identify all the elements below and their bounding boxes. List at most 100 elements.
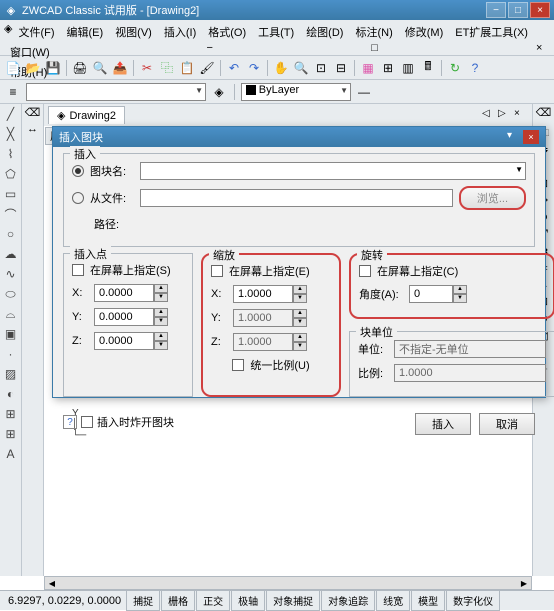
dialog-expand-icon[interactable]: ▾ [507, 130, 521, 144]
publish-icon[interactable]: 📤 [111, 59, 129, 77]
pan-icon[interactable]: ✋ [272, 59, 290, 77]
ang-dn[interactable]: ▼ [453, 294, 467, 303]
horizontal-scrollbar[interactable]: ◀ ▶ [44, 576, 532, 590]
layer-icon[interactable]: ≡ [4, 83, 22, 101]
blockname-radio[interactable] [72, 165, 84, 177]
window-maximize[interactable]: □ [508, 2, 528, 18]
menu-view[interactable]: 视图(V) [109, 22, 158, 42]
ipz-input[interactable] [94, 332, 154, 350]
match-icon[interactable]: 🖌 [198, 59, 216, 77]
window-minimize[interactable]: − [486, 2, 506, 18]
doc-close[interactable]: × [536, 42, 550, 56]
menu-draw[interactable]: 绘图(D) [300, 22, 349, 42]
layer-combo[interactable] [26, 83, 206, 101]
dialog-titlebar[interactable]: 插入图块 ▾ × [53, 127, 545, 147]
erase2-icon[interactable]: ⌫ [536, 106, 552, 119]
ipy-up[interactable]: ▲ [154, 308, 168, 317]
menu-tools[interactable]: 工具(T) [252, 22, 300, 42]
hatch-icon[interactable]: ▨ [3, 366, 19, 382]
lwt-toggle[interactable]: 线宽 [376, 590, 410, 611]
snap-toggle[interactable]: 捕捉 [126, 590, 160, 611]
copy-icon[interactable]: ⿻ [158, 59, 176, 77]
dc-icon[interactable]: ⊞ [379, 59, 397, 77]
osnap-toggle[interactable]: 对象捕捉 [266, 590, 320, 611]
sy-up[interactable]: ▲ [293, 309, 307, 318]
scroll-right[interactable]: ▶ [517, 579, 531, 588]
line-icon[interactable]: ╱ [3, 106, 19, 122]
grid-toggle[interactable]: 栅格 [161, 590, 195, 611]
rotate-onscreen-check[interactable] [359, 265, 371, 277]
otrack-toggle[interactable]: 对象追踪 [321, 590, 375, 611]
doc-restore[interactable]: □ [371, 42, 385, 56]
ortho-toggle[interactable]: 正交 [196, 590, 230, 611]
menu-annotate[interactable]: 标注(N) [349, 22, 398, 42]
sz-input[interactable] [233, 333, 293, 351]
new-icon[interactable]: 📄 [4, 59, 22, 77]
gradient-icon[interactable]: ◐ [3, 386, 19, 402]
undo-icon[interactable]: ↶ [225, 59, 243, 77]
refresh-icon[interactable]: ↻ [446, 59, 464, 77]
zoomwin-icon[interactable]: ⊡ [312, 59, 330, 77]
dialog-close[interactable]: × [523, 130, 539, 144]
ang-up[interactable]: ▲ [453, 285, 467, 294]
point-icon[interactable]: · [3, 346, 19, 362]
arc-icon[interactable]: ⌒ [3, 206, 19, 222]
polygon-icon[interactable]: ⬠ [3, 166, 19, 182]
scale-onscreen-check[interactable] [211, 265, 223, 277]
explode-check[interactable] [81, 416, 93, 428]
angle-input[interactable] [409, 285, 453, 303]
open-icon[interactable]: 📂 [24, 59, 42, 77]
help-icon[interactable]: ? [63, 415, 77, 429]
layer-state-icon[interactable]: ◈ [210, 83, 228, 101]
file-input[interactable] [140, 189, 453, 207]
ellipsearc-icon[interactable]: ⌓ [3, 306, 19, 322]
menu-format[interactable]: 格式(O) [202, 22, 252, 42]
rect-icon[interactable]: ▭ [3, 186, 19, 202]
ipz-up[interactable]: ▲ [154, 332, 168, 341]
menu-edit[interactable]: 编辑(E) [61, 22, 110, 42]
xline-icon[interactable]: ╳ [3, 126, 19, 142]
move2-icon[interactable]: ↔ [27, 123, 38, 135]
print-icon[interactable]: 🖨 [71, 59, 89, 77]
spline-icon[interactable]: ∿ [3, 266, 19, 282]
ipy-input[interactable] [94, 308, 154, 326]
sz-dn[interactable]: ▼ [293, 342, 307, 351]
calc-icon[interactable]: 🖩 [419, 59, 437, 77]
pline-icon[interactable]: ⌇ [3, 146, 19, 162]
revcloud-icon[interactable]: ☁ [3, 246, 19, 262]
blockname-combo[interactable] [140, 162, 526, 180]
polar-toggle[interactable]: 极轴 [231, 590, 265, 611]
document-tab[interactable]: ◈ Drawing2 [48, 106, 125, 124]
color-combo[interactable]: ByLayer [241, 83, 351, 101]
cut-icon[interactable]: ✂ [138, 59, 156, 77]
menu-insert[interactable]: 插入(I) [158, 22, 202, 42]
zoom-icon[interactable]: 🔍 [292, 59, 310, 77]
tab-close[interactable]: × [514, 108, 528, 122]
ipx-up[interactable]: ▲ [154, 284, 168, 293]
ipz-dn[interactable]: ▼ [154, 341, 168, 350]
table-icon[interactable]: ⊞ [3, 426, 19, 442]
tab-prev[interactable]: ◁ [482, 108, 496, 122]
save-icon[interactable]: 💾 [44, 59, 62, 77]
region-icon[interactable]: ⊞ [3, 406, 19, 422]
sx-up[interactable]: ▲ [293, 285, 307, 294]
linetype-icon[interactable]: — [355, 83, 373, 101]
menu-ettools[interactable]: ET扩展工具(X) [449, 22, 534, 42]
circle-icon[interactable]: ○ [3, 226, 19, 242]
ellipse-icon[interactable]: ⬭ [3, 286, 19, 302]
cancel-button[interactable]: 取消 [479, 413, 535, 435]
fromfile-radio[interactable] [72, 192, 84, 204]
erase-icon[interactable]: ⌫ [25, 106, 41, 119]
menu-modify[interactable]: 修改(M) [399, 22, 450, 42]
window-close[interactable]: × [530, 2, 550, 18]
props-icon[interactable]: ▦ [359, 59, 377, 77]
dyn-toggle[interactable]: 数字化仪 [446, 590, 500, 611]
ipx-input[interactable] [94, 284, 154, 302]
block-icon[interactable]: ▣ [3, 326, 19, 342]
scroll-left[interactable]: ◀ [45, 579, 59, 588]
sx-dn[interactable]: ▼ [293, 294, 307, 303]
doc-minimize[interactable]: − [206, 42, 220, 56]
ok-button[interactable]: 插入 [415, 413, 471, 435]
preview-icon[interactable]: 🔍 [91, 59, 109, 77]
uniform-check[interactable] [232, 359, 244, 371]
